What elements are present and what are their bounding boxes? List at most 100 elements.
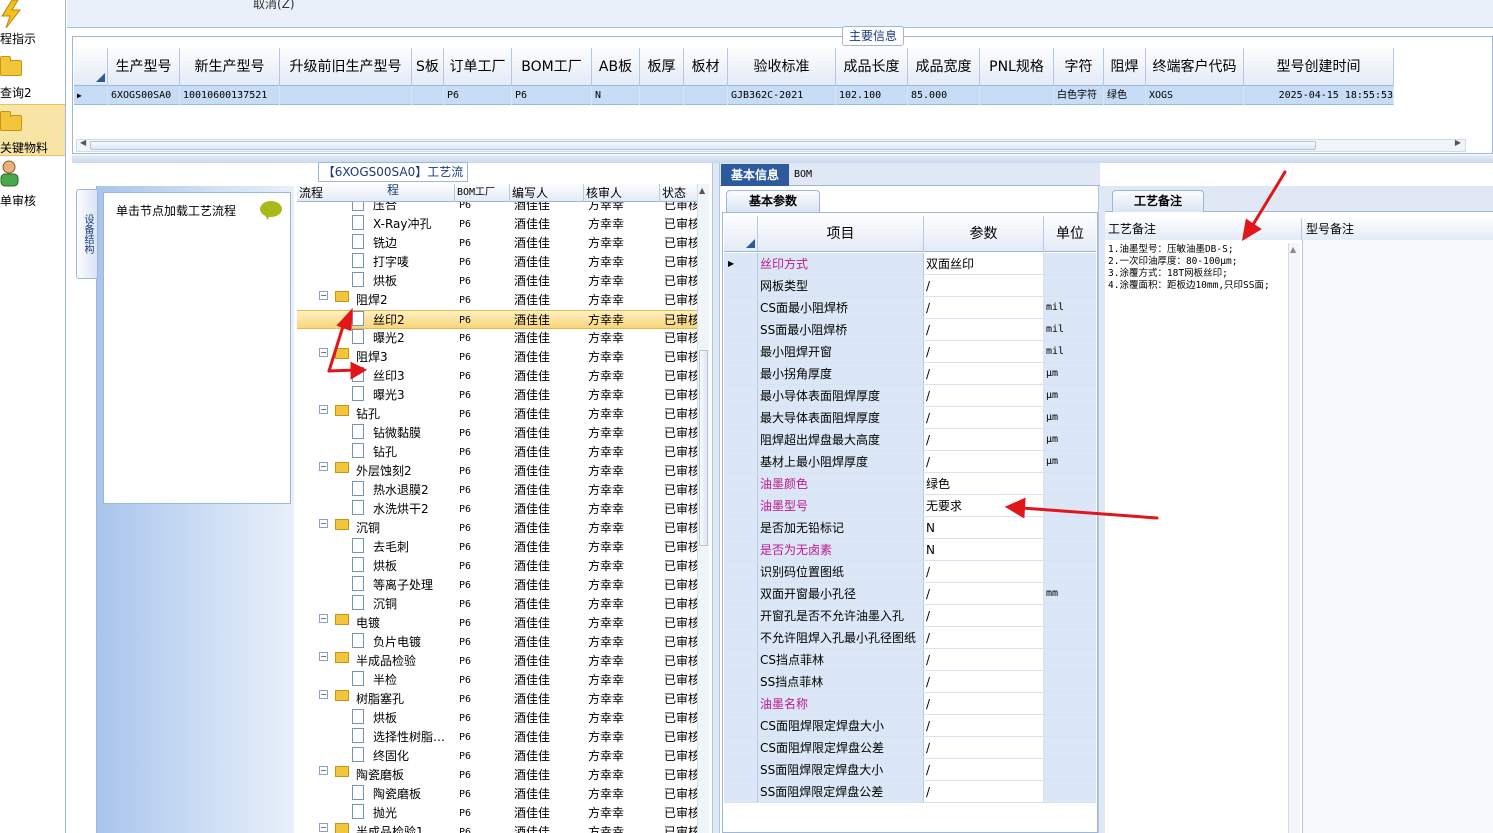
column-header[interactable]: 订单工厂 xyxy=(444,48,512,86)
table-cell[interactable] xyxy=(412,86,444,105)
table-row[interactable]: ▶ 6XOGS00SA0 10010600137521 P6 P6 N GJB362C-2… xyxy=(74,86,1394,105)
param-row[interactable]: 最小阻焊开窗 / mil xyxy=(724,341,1096,363)
vertical-splitter[interactable] xyxy=(712,163,720,833)
tree-row[interactable]: 终固化 P6 酒佳佳 方幸幸 已审核 xyxy=(297,747,697,766)
tree-row[interactable]: 等离子处理 P6 酒佳佳 方幸幸 已审核 xyxy=(297,576,697,595)
tree-row[interactable]: 铣边 P6 酒佳佳 方幸幸 已审核 xyxy=(297,234,697,253)
table-cell[interactable]: GJB362C-2021 xyxy=(728,86,836,105)
tree-row[interactable]: 烘板 P6 酒佳佳 方幸幸 已审核 xyxy=(297,557,697,576)
tree-row[interactable]: 烘板 P6 酒佳佳 方幸幸 已审核 xyxy=(297,709,697,728)
table-cell[interactable]: XOGS xyxy=(1146,86,1244,105)
param-row[interactable]: CS面阻焊限定焊盘大小 / xyxy=(724,715,1096,737)
table-cell[interactable]: 85.000 xyxy=(908,86,980,105)
scroll-left-icon[interactable]: ◀ xyxy=(80,138,86,147)
param-value[interactable]: 绿色 xyxy=(924,473,1044,494)
table-cell[interactable] xyxy=(640,86,684,105)
param-row[interactable]: SS挡点菲林 / xyxy=(724,671,1096,693)
column-header-value[interactable]: 参数 xyxy=(924,216,1044,252)
column-header[interactable]: BOM工厂 xyxy=(512,48,592,86)
tree-row[interactable]: − 外层蚀刻2 P6 酒佳佳 方幸幸 已审核 xyxy=(297,462,697,481)
column-header-item[interactable]: 项目 xyxy=(758,216,924,252)
param-value[interactable]: / xyxy=(924,715,1044,736)
param-value[interactable]: / xyxy=(924,451,1044,472)
tree-row[interactable]: 曝光3 P6 酒佳佳 方幸幸 已审核 xyxy=(297,386,697,405)
param-row[interactable]: SS面阻焊限定焊盘公差 / xyxy=(724,781,1096,803)
param-row[interactable]: 最小导体表面阻焊厚度 / μm xyxy=(724,385,1096,407)
tab-basic-params[interactable]: 基本参数 xyxy=(726,190,820,212)
tree-row[interactable]: − 沉铜 P6 酒佳佳 方幸幸 已审核 xyxy=(297,519,697,538)
tree-row[interactable]: 去毛刺 P6 酒佳佳 方幸幸 已审核 xyxy=(297,538,697,557)
collapse-icon[interactable]: − xyxy=(319,614,328,623)
param-value[interactable]: N xyxy=(924,539,1044,560)
flow-box[interactable]: 单击节点加载工艺流程 xyxy=(103,192,291,504)
tree-row[interactable]: 热水退膜2 P6 酒佳佳 方幸幸 已审核 xyxy=(297,481,697,500)
vertical-splitter[interactable] xyxy=(1098,186,1105,833)
tab-bom[interactable]: BOM xyxy=(794,164,824,186)
tree-row[interactable]: 丝印3 P6 酒佳佳 方幸幸 已审核 xyxy=(297,367,697,386)
tree-row[interactable]: 抛光 P6 酒佳佳 方幸幸 已审核 xyxy=(297,804,697,823)
table-cell[interactable] xyxy=(280,86,412,105)
table-cell[interactable]: P6 xyxy=(512,86,592,105)
param-value[interactable]: N xyxy=(924,517,1044,538)
param-row[interactable]: 阻焊超出焊盘最大高度 / μm xyxy=(724,429,1096,451)
collapse-icon[interactable]: − xyxy=(319,766,328,775)
param-value[interactable]: / xyxy=(924,759,1044,780)
tab-basic-info[interactable]: 基本信息 xyxy=(721,164,789,186)
tree-row[interactable]: 烘板 P6 酒佳佳 方幸幸 已审核 xyxy=(297,272,697,291)
table-cell[interactable]: 2025-04-15 18:55:53 xyxy=(1244,86,1394,105)
tree-row[interactable]: 打字唛 P6 酒佳佳 方幸幸 已审核 xyxy=(297,253,697,272)
model-note-pane[interactable] xyxy=(1302,240,1493,833)
param-row[interactable]: 最小拐角厚度 / μm xyxy=(724,363,1096,385)
param-value[interactable]: / xyxy=(924,319,1044,340)
param-row[interactable]: 最大导体表面阻焊厚度 / μm xyxy=(724,407,1096,429)
param-value[interactable]: / xyxy=(924,627,1044,648)
param-value[interactable]: / xyxy=(924,583,1044,604)
table-cell[interactable]: 10010600137521 xyxy=(180,86,280,105)
tree-row[interactable]: 丝印2 P6 酒佳佳 方幸幸 已审核 xyxy=(297,310,697,329)
param-row[interactable]: 油墨型号 无要求 xyxy=(724,495,1096,517)
param-row[interactable]: SS面阻焊限定焊盘大小 / xyxy=(724,759,1096,781)
tree-vertical-scrollbar[interactable]: ▲ xyxy=(697,184,709,833)
column-header[interactable]: 新生产型号 xyxy=(180,48,280,86)
table-cell[interactable]: N xyxy=(592,86,640,105)
column-header[interactable]: 型号创建时间 xyxy=(1244,48,1394,86)
column-header[interactable]: S板 xyxy=(412,48,444,86)
param-row[interactable]: 是否为无卤素 N xyxy=(724,539,1096,561)
param-row[interactable]: 基材上最小阻焊厚度 / μm xyxy=(724,451,1096,473)
param-row[interactable]: 网板类型 / xyxy=(724,275,1096,297)
tree-row[interactable]: 水洗烘干2 P6 酒佳佳 方幸幸 已审核 xyxy=(297,500,697,519)
column-header[interactable]: 生产型号 xyxy=(108,48,180,86)
tree-row[interactable]: X-Ray冲孔 P6 酒佳佳 方幸幸 已审核 xyxy=(297,215,697,234)
tree-row[interactable]: − 半成品检验 P6 酒佳佳 方幸幸 已审核 xyxy=(297,652,697,671)
side-tab-structure[interactable]: 设备结构 xyxy=(76,189,98,279)
param-value[interactable]: 无要求 xyxy=(924,495,1044,516)
param-value[interactable]: / xyxy=(924,429,1044,450)
param-value[interactable]: / xyxy=(924,385,1044,406)
param-value[interactable]: / xyxy=(924,605,1044,626)
param-value[interactable]: / xyxy=(924,297,1044,318)
collapse-icon[interactable]: − xyxy=(319,348,328,357)
cancel-button[interactable]: 取消(Z) xyxy=(253,0,295,12)
table-cell[interactable]: 102.100 xyxy=(836,86,908,105)
param-row[interactable]: CS面最小阻焊桥 / mil xyxy=(724,297,1096,319)
param-row[interactable]: 不允许阻焊入孔最小孔径图纸 / xyxy=(724,627,1096,649)
collapse-icon[interactable]: − xyxy=(319,823,328,832)
param-row[interactable]: 双面开窗最小孔径 / mm xyxy=(724,583,1096,605)
toolbar-item-process-guide[interactable]: 程指示 xyxy=(0,0,65,52)
param-row[interactable]: CS面阻焊限定焊盘公差 / xyxy=(724,737,1096,759)
tree-column-header[interactable]: 流程 xyxy=(297,184,455,202)
note-vertical-scrollbar[interactable]: ▲ xyxy=(1288,243,1300,833)
column-header[interactable]: 阻焊 xyxy=(1104,48,1146,86)
panel-splitter[interactable] xyxy=(72,155,1493,163)
process-note-text[interactable]: 1.油墨型号：压敏油墨DB-S; 2.一次印油厚度：80-100μm; 3.涂覆… xyxy=(1108,244,1286,292)
toolbar-item-order-review[interactable]: 单审核 xyxy=(0,158,65,210)
tree-row[interactable]: 陶瓷磨板 P6 酒佳佳 方幸幸 已审核 xyxy=(297,785,697,804)
table-cell[interactable]: P6 xyxy=(444,86,512,105)
column-header[interactable]: 验收标准 xyxy=(728,48,836,86)
tree-row[interactable]: 钻孔 P6 酒佳佳 方幸幸 已审核 xyxy=(297,443,697,462)
param-row[interactable]: SS面最小阻焊桥 / mil xyxy=(724,319,1096,341)
scrollbar-thumb[interactable] xyxy=(90,141,1316,150)
column-header[interactable]: 成品长度 xyxy=(836,48,908,86)
param-row[interactable]: ▶ 丝印方式 双面丝印 xyxy=(724,253,1096,275)
tree-column-header[interactable]: 编写人 xyxy=(510,184,584,202)
